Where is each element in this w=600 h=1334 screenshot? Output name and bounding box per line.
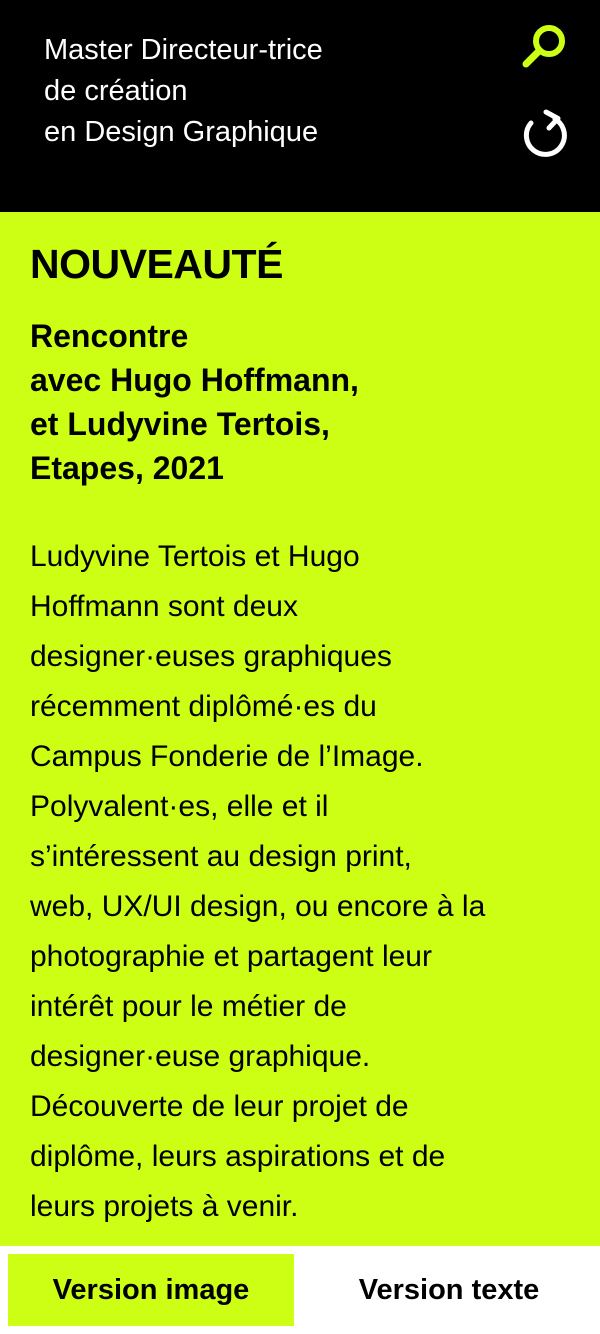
article-title-line: avec Hugo Hoffmann, [30,362,359,398]
article-body-line: diplôme, leurs aspirations et de [30,1140,446,1173]
article-title: Rencontre avec Hugo Hoffmann, et Ludyvin… [30,314,359,490]
program-title-line: en Design Graphique [44,116,319,148]
article-body-line: Découverte de leur projet de [30,1090,409,1123]
program-title-line: Master Directeur-trice [44,34,323,66]
program-title-line: de création [44,75,188,107]
article-body-line: intérêt pour le métier de [30,990,347,1023]
article-body-line: Campus Fonderie de l’Image. [30,740,424,773]
search-button[interactable] [517,18,573,74]
program-title: Master Directeur-trice de création en De… [44,30,464,153]
search-icon [522,25,565,68]
article-body-line: Ludyvine Tertois et Hugo [30,540,360,573]
tab-version-image[interactable]: Version image [8,1254,294,1326]
article-body-line: Hoffmann sont deux [30,590,298,623]
article-body-line: designer·euses graphiques [30,640,392,673]
news-label: NOUVEAUTÉ [30,241,283,287]
article-title-line: Etapes, 2021 [30,450,224,486]
refresh-button[interactable] [517,106,573,162]
article-body-line: s’intéressent au design print, [30,840,412,873]
article-body-line: web, UX/UI design, ou encore à la [30,890,486,923]
site-header: Master Directeur-trice de création en De… [0,0,600,212]
article-body-line: récemment diplômé·es du [30,690,377,723]
article-body-line: photographie et partagent leur [30,940,432,973]
article-body-line: designer·euse graphique. [30,1040,371,1073]
refresh-icon [523,109,567,157]
article-body: Ludyvine Tertois et Hugo Hoffmann sont d… [30,532,590,1232]
article-panel: NOUVEAUTÉ Rencontre avec Hugo Hoffmann, … [0,212,600,1246]
article-body-line: leurs projets à venir. [30,1190,299,1223]
version-tabs: Version image Version texte [0,1246,600,1334]
tab-version-text[interactable]: Version texte [306,1254,592,1326]
article-title-line: Rencontre [30,318,189,354]
article-body-line: Polyvalent·es, elle et il [30,790,329,823]
article-title-line: et Ludyvine Tertois, [30,406,330,442]
